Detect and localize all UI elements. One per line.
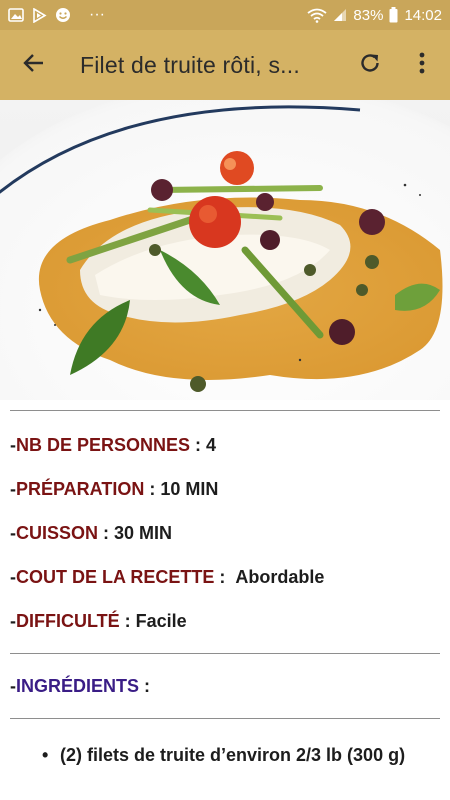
status-left: ··· <box>8 6 105 24</box>
status-bar: ··· 83% 14:02 <box>0 0 450 30</box>
servings-label: NB DE PERSONNES <box>16 434 191 455</box>
app-bar: Filet de truite rôti, s... <box>0 30 450 100</box>
refresh-icon <box>358 51 382 80</box>
play-store-icon <box>32 7 47 23</box>
ingredients-heading: - INGRÉDIENTS : <box>0 664 450 708</box>
cost-label: COUT DE LA RECETTE <box>16 566 215 587</box>
battery-percent: 83% <box>353 6 384 24</box>
list-item: • (2) filets de truite d’environ 2/3 lb … <box>0 745 450 766</box>
info-cost: - COUT DE LA RECETTE : Abordable <box>0 555 450 599</box>
back-arrow-icon <box>22 51 46 80</box>
line-sep: : <box>214 566 236 587</box>
line-sep: : <box>144 478 161 499</box>
difficulty-value: Facile <box>135 610 187 631</box>
ingredient-text: (2) filets de truite d’environ 2/3 lb (3… <box>60 745 406 765</box>
more-notifications: ··· <box>89 6 105 23</box>
ingredients-label: INGRÉDIENTS <box>16 675 140 696</box>
cooking-value: 30 MIN <box>114 522 173 543</box>
info-preparation: - PRÉPARATION : 10 MIN <box>0 467 450 511</box>
servings-value: 4 <box>206 434 217 455</box>
refresh-button[interactable] <box>342 37 398 93</box>
cooking-label: CUISSON <box>16 522 99 543</box>
preparation-value: 10 MIN <box>160 478 219 499</box>
bullet: • <box>42 745 49 765</box>
recipe-photo <box>0 100 450 400</box>
smiley-icon <box>55 7 71 23</box>
page-title: Filet de truite rôti, s... <box>80 51 300 78</box>
line-sep: : <box>190 434 207 455</box>
signal-icon <box>333 8 347 22</box>
preparation-label: PRÉPARATION <box>16 478 145 499</box>
overflow-menu-button[interactable] <box>398 37 446 93</box>
line-sep: : <box>139 675 151 696</box>
status-time: 14:02 <box>404 6 442 24</box>
difficulty-label: DIFFICULTÉ <box>16 610 120 631</box>
wifi-icon <box>307 8 327 23</box>
back-button[interactable] <box>6 37 62 93</box>
status-right: 83% 14:02 <box>307 7 442 24</box>
more-vertical-icon <box>419 52 425 79</box>
cost-value: Abordable <box>235 566 325 587</box>
recipe-content: - NB DE PERSONNES : 4 - PRÉPARATION : 10… <box>0 400 450 766</box>
info-servings: - NB DE PERSONNES : 4 <box>0 423 450 467</box>
line-sep: : <box>119 610 136 631</box>
info-cooking: - CUISSON : 30 MIN <box>0 511 450 555</box>
info-difficulty: - DIFFICULTÉ : Facile <box>0 599 450 643</box>
battery-icon <box>389 7 398 23</box>
image-icon <box>8 8 24 22</box>
line-sep: : <box>98 522 115 543</box>
